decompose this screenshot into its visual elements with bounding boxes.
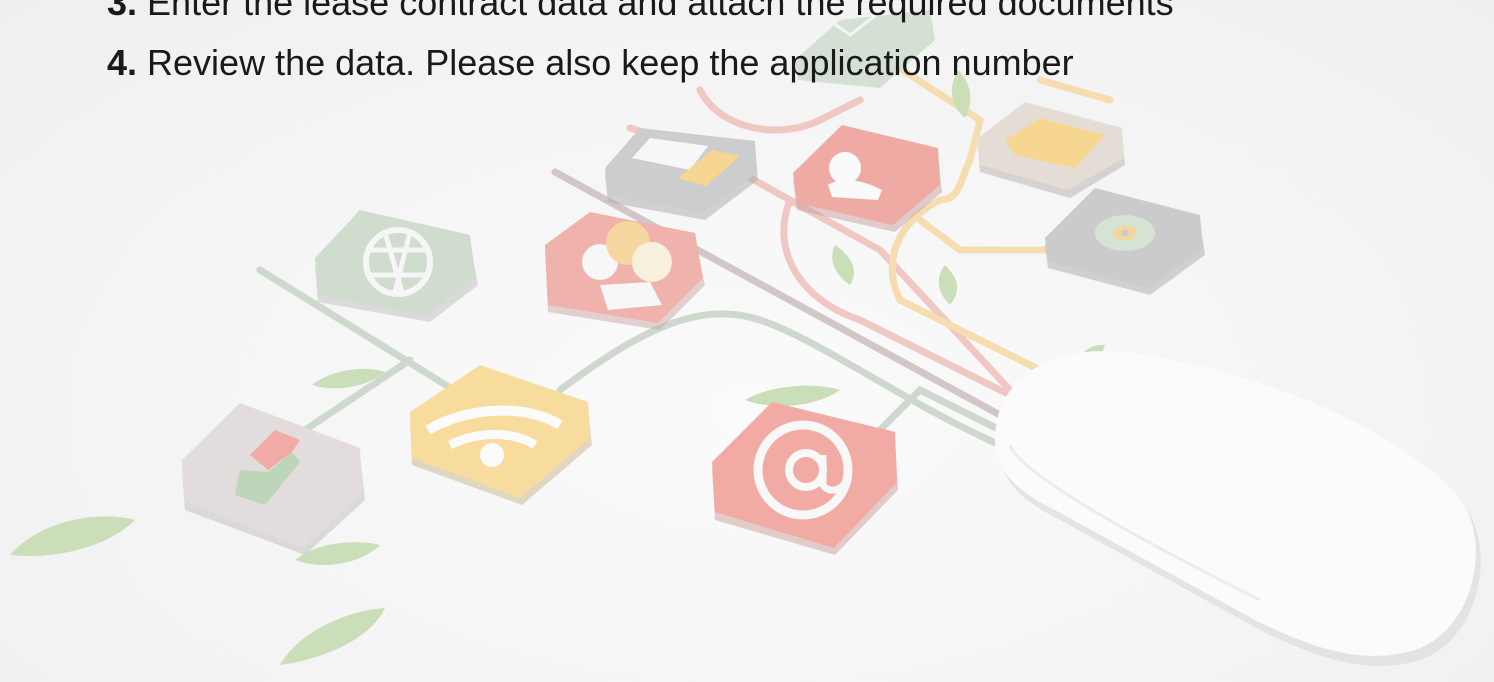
step-number: 4. (107, 42, 138, 83)
users-icon (545, 212, 705, 330)
step-3: 3. Enter the lease contract data and atta… (107, 0, 1174, 33)
at-sign-icon (712, 402, 898, 555)
disc-icon (1045, 188, 1205, 295)
leaves (10, 70, 1105, 665)
step-text: Enter the lease contract data and attach… (147, 0, 1174, 23)
page: 3. Enter the lease contract data and atta… (0, 0, 1494, 682)
step-number: 3. (107, 0, 138, 23)
instruction-steps: 3. Enter the lease contract data and atta… (107, 0, 1174, 93)
arrows-icon (182, 403, 365, 555)
network-illustration (10, 6, 1481, 666)
document-icon (605, 128, 758, 220)
computer-mouse-icon (995, 351, 1481, 666)
step-4: 4. Review the data. Please also keep the … (107, 33, 1174, 93)
step-text: Review the data. Please also keep the ap… (147, 42, 1074, 83)
globe-icon (315, 210, 478, 322)
folder-icon (978, 102, 1125, 198)
